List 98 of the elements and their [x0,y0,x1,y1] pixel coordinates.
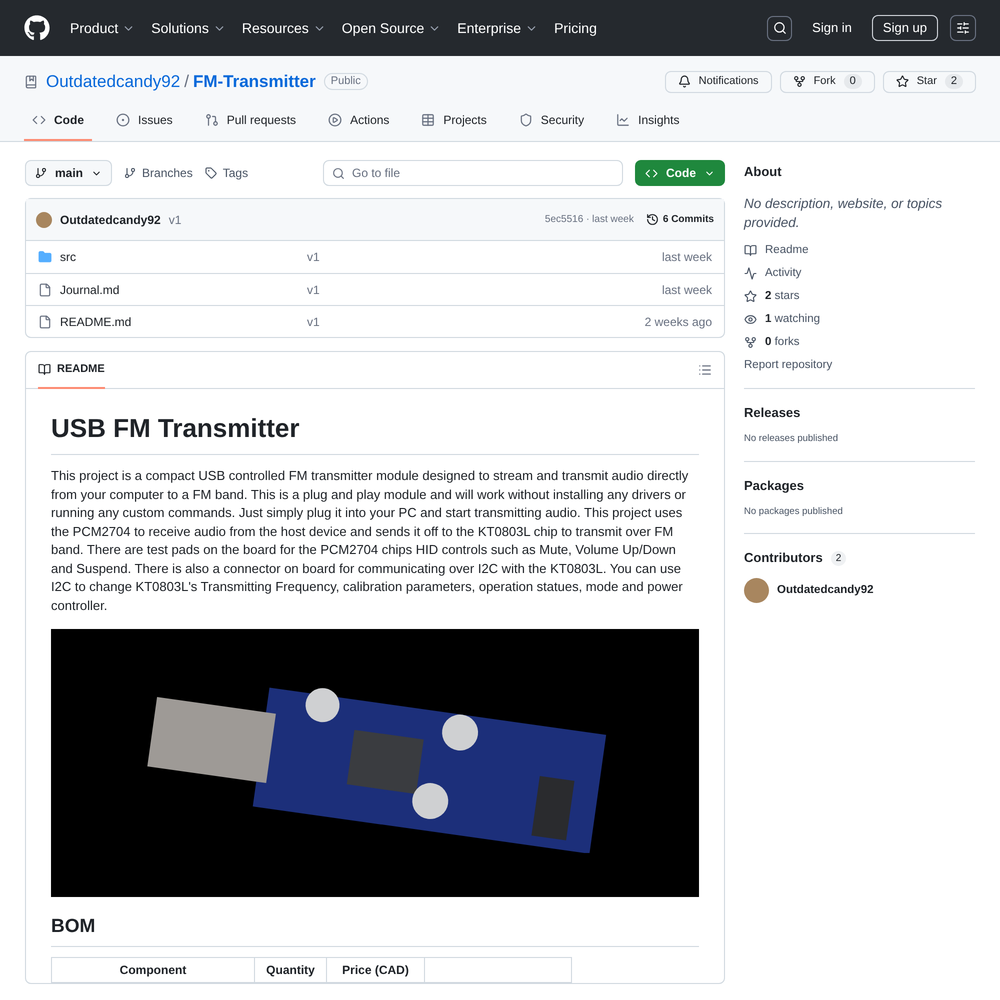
file-icon [38,314,52,328]
file-name-link[interactable]: src [60,248,307,266]
readme-tab[interactable]: README [38,352,105,388]
commit-message[interactable]: v1 [307,280,320,298]
tags-link[interactable]: Tags [204,164,248,182]
nav-menu-item[interactable]: Product [70,18,136,38]
visibility-label: Public [324,73,368,90]
commit-message[interactable]: v1 [307,312,320,330]
nav-menu-item[interactable]: Pricing [554,18,597,38]
about-heading: About [744,163,783,181]
fork-icon [744,336,757,348]
tag-icon [204,167,217,179]
go-to-file-field[interactable]: Go to file [323,160,623,186]
commit-time: last week [662,249,712,266]
nav-menu-item[interactable]: Enterprise [457,18,538,38]
search-icon [772,21,787,35]
about-description: No description, website, or topics provided. [744,194,944,232]
count-badge: 2 [944,74,963,89]
menu-icon [956,21,970,35]
repository-tab[interactable]: Issues [108,103,181,141]
readme-title: USB FM Transmitter [51,409,699,455]
about-link[interactable]: 1 watching [744,310,975,328]
avatar[interactable] [744,578,769,603]
folder-icon [38,250,52,264]
shield-icon [518,113,533,127]
menu-button[interactable] [950,15,976,41]
nav-menu-item[interactable]: Resources [242,18,326,38]
history-icon [646,213,659,226]
file-name-link[interactable]: Journal.md [60,280,307,298]
count-badge: 2 [830,550,846,566]
report-repository-link[interactable]: Report repository [744,356,975,374]
section-text: No packages published [744,505,844,519]
search-icon [332,167,345,180]
nav-menu-item[interactable]: Solutions [151,18,226,38]
about-link[interactable]: 0 forks [744,334,975,350]
star-icon [744,290,757,302]
section-heading: Contributors [744,549,823,568]
file-name-link[interactable]: README.md [60,312,307,330]
table-icon [421,113,436,127]
repository-name-link[interactable]: FM-Transmitter [192,68,316,94]
commits-link[interactable]: 6 Commits [646,212,714,227]
bell-icon [678,75,691,88]
table-header-cell: Component [52,958,255,982]
commit-time: last week [662,282,712,298]
path-separator: / [184,70,189,93]
section-heading: Packages [744,476,805,495]
star-icon [896,75,909,88]
issue-icon [116,113,130,127]
outline-icon[interactable] [698,363,712,377]
github-logo-icon[interactable] [24,15,50,41]
readme-paragraph: This project is a compact USB controlled FM transmitter module designed to stream and transmit audio directly from your computer to a FM band. This is a plug and play module and will work without installing any drivers or running any custom commands. Just simply plug it into your PC and start transmitting audio. This project uses the PCM2704 to receive audio from the host device and sends it off to the KT0803L chip to transmit over FM band. There are test pads on the board for the PCM2704 chips HID controls such as Mute, Volume Up/Down and Suspend. There is also a connector on board for communicating over I2C with the KT0803L. You can use I2C to change KT0803L's Transmitting Frequency, calibration parameters, operation statues, mode and power controller. [51,467,690,614]
book-icon [744,244,757,256]
sign-in-link[interactable]: Sign in [804,18,860,38]
sign-up-button[interactable]: Sign up [872,15,938,41]
avatar [36,212,52,228]
count-badge: 0 [844,74,862,89]
commit-author[interactable]: Outdatedcandy92 [60,210,161,228]
about-link[interactable]: Readme [744,242,975,258]
commit-message[interactable]: v1 [168,210,182,228]
fork-icon [792,75,806,88]
code-button[interactable]: Code [635,160,725,186]
branch-icon [35,167,47,179]
about-link[interactable]: Activity [744,264,975,282]
play-icon [328,113,342,127]
repository-icon [24,74,38,88]
code-icon [32,113,46,127]
section-heading: Releases [744,404,802,422]
commit-hash-time[interactable]: 5ec5516 · last week [544,212,634,227]
branches-link[interactable]: Branches [124,164,193,182]
repository-tab[interactable]: Pull requests [196,103,304,141]
pull-request-icon [204,113,219,127]
star-button[interactable]: Star 2 [882,70,976,92]
file-icon [38,282,52,296]
commit-time: 2 weeks ago [644,314,712,330]
about-link[interactable]: 2 stars [744,288,975,304]
branch-selector[interactable]: main [25,160,112,186]
repository-tab[interactable]: Projects [413,103,495,141]
eye-icon [744,312,757,326]
fork-button[interactable]: Fork 0 [780,70,875,92]
owner-link[interactable]: Outdatedcandy92 [46,68,180,94]
code-icon [645,166,658,180]
search-button[interactable] [767,16,792,40]
table-header-cell: Price (CAD) [327,958,425,982]
repository-tab[interactable]: Insights [608,103,688,141]
activity-icon [744,266,757,280]
section-text: No releases published [744,432,840,446]
table-header-cell: Quantity [255,958,327,982]
graph-icon [616,113,630,127]
nav-menu-item[interactable]: Open Source [342,18,442,38]
book-icon [38,362,51,376]
commit-message[interactable]: v1 [307,248,320,266]
repository-tab[interactable]: Code [24,103,92,141]
notifications-button[interactable]: Notifications [664,70,772,92]
bom-heading: BOM [51,913,699,946]
branch-icon [124,167,136,179]
repository-tab[interactable]: Actions [320,103,398,141]
repository-tab[interactable]: Security [510,103,592,141]
contributor-link[interactable]: Outdatedcandy92 [777,582,874,599]
